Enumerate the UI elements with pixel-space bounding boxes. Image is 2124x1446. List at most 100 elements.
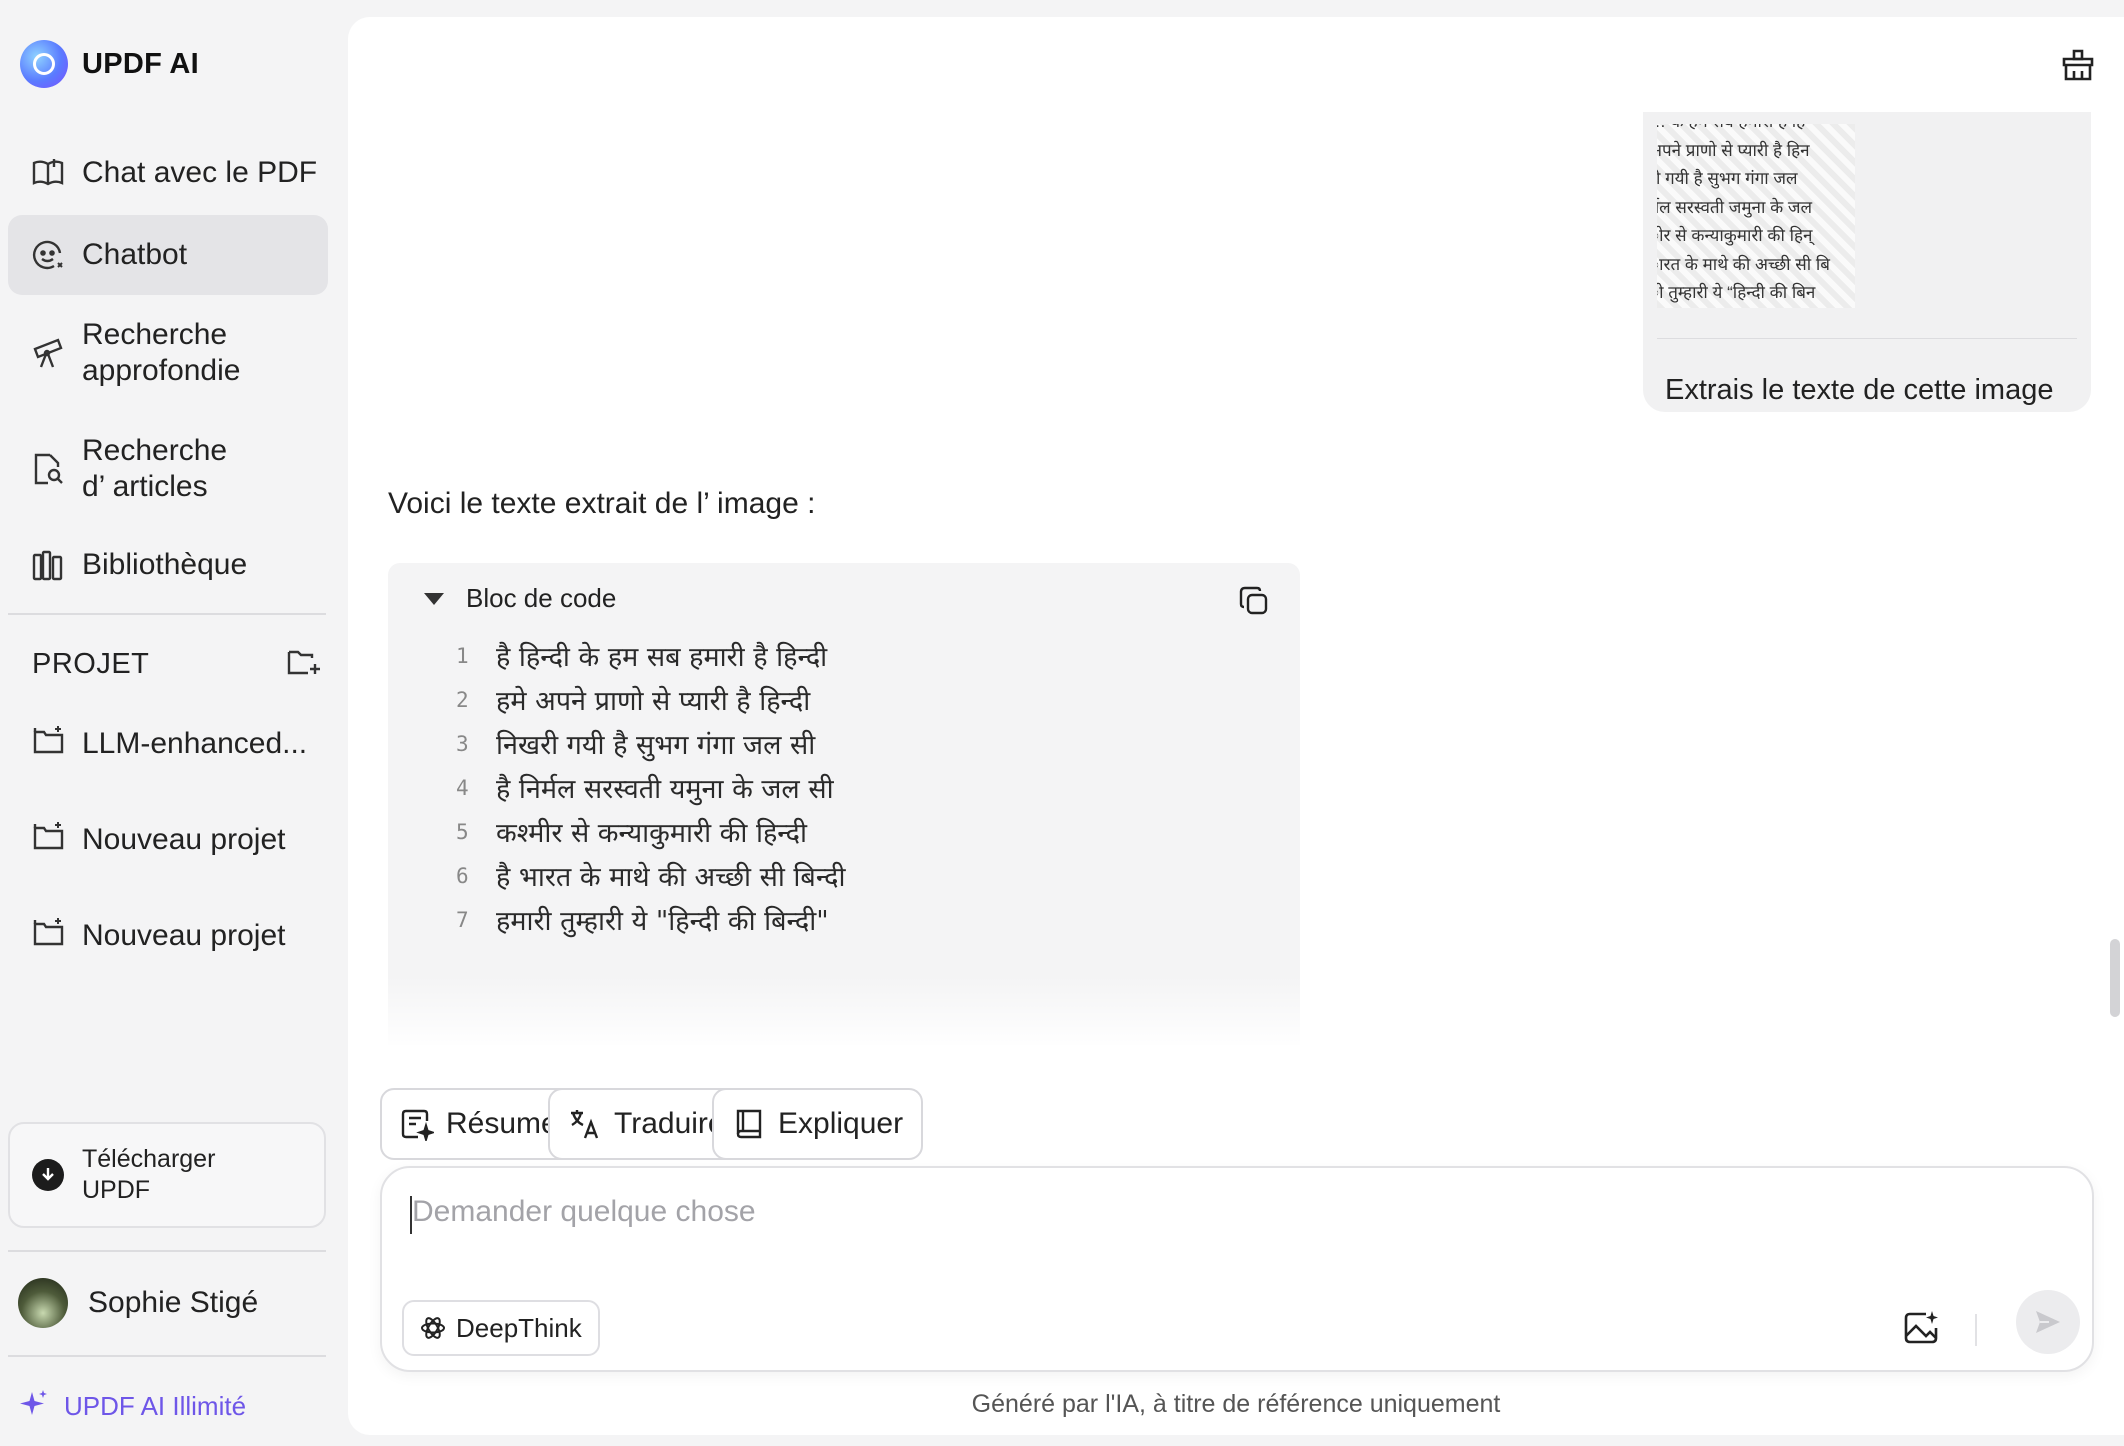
copy-icon[interactable]	[1238, 585, 1270, 617]
sidebar-item-label-wrap: Recherche d’ articles	[82, 433, 227, 505]
translate-label: Traduire	[614, 1107, 725, 1140]
app-title: UPDF AI	[82, 47, 200, 80]
folder-icon	[32, 820, 66, 860]
code-line: 4 है निर्मल सरस्वती यमुना के जल सी	[456, 769, 834, 806]
app-logo[interactable]: UPDF AI	[20, 40, 199, 88]
sidebar-item-label: Chat avec le PDF	[82, 156, 318, 189]
sidebar-item-label: Bibliothèque	[82, 548, 248, 581]
folder-icon	[32, 916, 66, 956]
code-line: 5 कश्मीर से कन्याकुमारी की हिन्दी	[456, 813, 807, 850]
code-line: 3 निखरी गयी है सुभग गंगा जल सी	[456, 725, 815, 762]
line-number: 5	[456, 819, 469, 844]
image-upload-icon[interactable]	[1902, 1308, 1942, 1348]
line-number: 3	[456, 731, 469, 756]
chat-scrollbar[interactable]	[2110, 939, 2120, 1017]
code-line: 7 हमारी तुम्हारी ये "हिन्दी की बिन्दी"	[456, 901, 829, 938]
download-label-line1: Télécharger	[82, 1145, 216, 1173]
image-text-line: अपने प्राणो से प्यारी है हिन	[1657, 140, 1810, 160]
line-text: कश्मीर से कन्याकुमारी की हिन्दी	[496, 818, 807, 849]
upgrade-label: UPDF AI Illimité	[64, 1391, 247, 1421]
code-block-toggle[interactable]: Bloc de code	[424, 583, 616, 614]
sparkle-icon	[18, 1388, 50, 1425]
project-item[interactable]: Nouveau projet	[32, 820, 285, 860]
line-text: है निर्मल सरस्वती यमुना के जल सी	[496, 774, 834, 805]
library-icon	[30, 547, 66, 583]
line-text: है भारत के माथे की अच्छी सी बिन्दी	[496, 862, 846, 893]
project-item[interactable]: Nouveau projet	[32, 916, 285, 956]
book-icon	[736, 1109, 762, 1139]
download-label: Télécharger UPDF	[82, 1144, 215, 1206]
sidebar-item-label-wrap: Recherche approfondie	[82, 317, 240, 389]
line-number: 7	[456, 907, 469, 932]
projects-header: PROJET	[32, 646, 322, 683]
download-icon	[32, 1159, 64, 1191]
sidebar-divider	[8, 1355, 326, 1357]
sidebar: UPDF AI Chat avec le PDF Chatbot Recherc…	[0, 0, 340, 1446]
ai-disclaimer: Généré par l'IA, à titre de référence un…	[971, 1390, 1501, 1418]
book-open-icon	[30, 155, 66, 191]
sidebar-item-chat-pdf[interactable]: Chat avec le PDF	[8, 142, 328, 204]
code-line: 2 हमे अपने प्राणो से प्यारी है हिन्दी	[456, 681, 810, 718]
deepthink-label: DeepThink	[456, 1312, 582, 1343]
explain-button[interactable]: Expliquer	[712, 1088, 924, 1160]
line-text: हमारी तुम्हारी ये "हिन्दी की बिन्दी"	[496, 906, 829, 937]
sidebar-item-chatbot[interactable]: Chatbot	[8, 215, 328, 295]
sidebar-item-label: Recherche	[82, 434, 228, 467]
sidebar-item-library[interactable]: Bibliothèque	[8, 534, 328, 596]
project-label: Nouveau projet	[82, 823, 286, 856]
assistant-reply-intro: Voici le texte extrait de l’ image :	[388, 487, 816, 520]
caret-down-icon	[424, 592, 444, 605]
line-number: 1	[456, 643, 469, 668]
sidebar-divider	[8, 1250, 326, 1252]
upgrade-link[interactable]: UPDF AI Illimité	[18, 1388, 246, 1425]
code-block: Bloc de code 1 है हिन्दी के हम सब हमारी ह…	[388, 563, 1300, 1045]
image-text-line: री गयी है सुभग गंगा जल	[1657, 169, 1798, 188]
image-text-line: ो तुम्हारी ये “हिन्दी की बिन	[1657, 283, 1816, 302]
updf-logo-icon	[20, 40, 68, 88]
sidebar-item-label: Recherche	[82, 318, 228, 351]
attached-image-thumbnail[interactable]: … के हम सब हमारी है हि अपने प्राणो से प्…	[1657, 124, 1855, 308]
sidebar-item-label: Chatbot	[82, 238, 188, 271]
folder-icon	[32, 724, 66, 764]
line-number: 6	[456, 863, 469, 888]
sidebar-item-article-search[interactable]: Recherche d’ articles	[8, 426, 328, 512]
send-button[interactable]	[2016, 1290, 2080, 1354]
avatar	[18, 1278, 68, 1328]
clear-chat-icon[interactable]	[2058, 45, 2098, 85]
summarize-icon	[401, 1109, 434, 1141]
line-number: 2	[456, 687, 469, 712]
line-number: 4	[456, 775, 469, 800]
explain-label: Expliquer	[778, 1107, 904, 1140]
download-updf-button[interactable]: Télécharger UPDF	[8, 1122, 326, 1228]
image-text-line: ोर से कन्याकुमारी की हिन्	[1657, 226, 1813, 245]
code-fade-overlay	[388, 975, 1300, 1045]
message-composer: DeepThink	[380, 1166, 2094, 1372]
sidebar-item-deep-research[interactable]: Recherche approfondie	[8, 310, 328, 396]
sidebar-item-label: approfondie	[82, 354, 241, 387]
chat-panel: … के हम सब हमारी है हि अपने प्राणो से प्…	[348, 17, 2124, 1435]
project-item[interactable]: LLM-enhanced...	[32, 724, 307, 764]
composer-divider	[1975, 1314, 1977, 1346]
project-label: Nouveau projet	[82, 919, 286, 952]
translate-icon	[571, 1110, 599, 1139]
telescope-icon	[30, 335, 66, 371]
text-caret	[410, 1196, 412, 1234]
message-input[interactable]	[410, 1194, 1914, 1230]
user-name: Sophie Stigé	[88, 1286, 259, 1319]
line-text: हमे अपने प्राणो से प्यारी है हिन्दी	[496, 686, 811, 717]
image-text-line: … के हम सब हमारी है हि	[1657, 124, 1855, 137]
user-profile[interactable]: Sophie Stigé	[18, 1278, 258, 1328]
code-block-title: Bloc de code	[466, 583, 617, 613]
image-text-line: र्मल सरस्वती जमुना के जल	[1657, 197, 1813, 217]
download-label-line2: UPDF	[82, 1176, 151, 1204]
new-folder-icon[interactable]	[286, 646, 322, 683]
atom-icon	[421, 1317, 445, 1339]
search-document-icon	[30, 451, 66, 487]
deepthink-toggle[interactable]: DeepThink	[402, 1300, 600, 1356]
sidebar-divider	[8, 613, 326, 615]
image-text-line: ारत के माथे की अच्छी सी बि	[1657, 254, 1830, 274]
user-message-text: Extrais le texte de cette image	[1665, 374, 2054, 406]
bubble-divider	[1657, 338, 2077, 339]
line-text: है हिन्दी के हम सब हमारी है हिन्दी	[496, 642, 828, 673]
code-line: 1 है हिन्दी के हम सब हमारी है हिन्दी	[456, 637, 827, 674]
